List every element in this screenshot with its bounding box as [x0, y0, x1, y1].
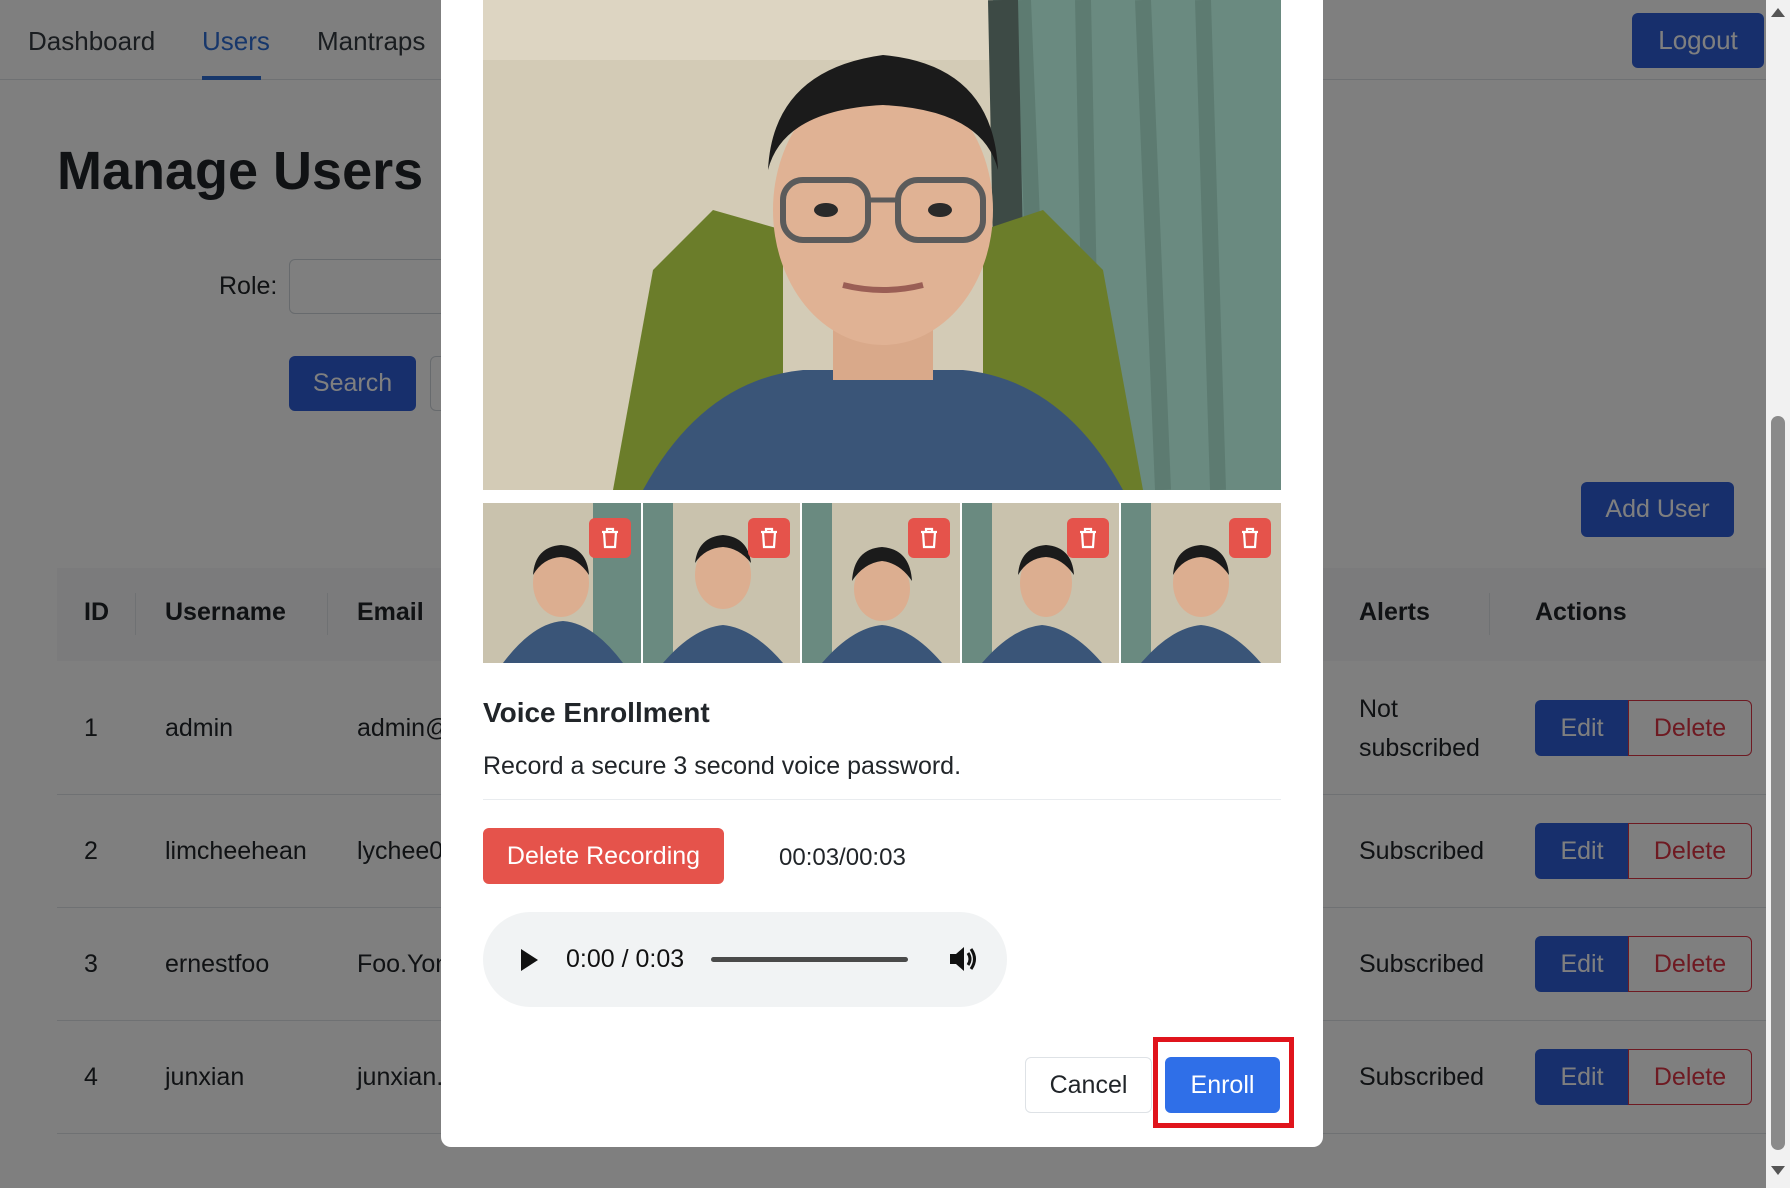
trash-icon: [601, 527, 618, 549]
trash-icon: [920, 527, 937, 549]
page-scrollbar[interactable]: [1766, 0, 1790, 1188]
audio-player: 0:00 / 0:03: [483, 912, 1007, 1007]
delete-thumbnail-button[interactable]: [748, 518, 791, 558]
voice-enrollment-title: Voice Enrollment: [483, 697, 710, 728]
voice-enrollment-description: Record a secure 3 second voice password.: [483, 752, 962, 780]
face-thumbnail: [802, 503, 962, 663]
play-icon[interactable]: [521, 949, 538, 971]
camera-preview: [483, 0, 1281, 490]
cancel-button[interactable]: Cancel: [1025, 1057, 1152, 1113]
face-thumbnail: [1121, 503, 1281, 663]
audio-time: 0:00 / 0:03: [566, 945, 685, 973]
captured-faces-strip: [483, 503, 1281, 663]
delete-recording-button[interactable]: Delete Recording: [483, 828, 724, 884]
audio-progress-slider[interactable]: [711, 957, 908, 962]
trash-icon: [1241, 527, 1258, 549]
scroll-up-arrow-icon[interactable]: [1771, 8, 1785, 17]
trash-icon: [1080, 527, 1097, 549]
enroll-highlight-box: [1153, 1037, 1294, 1128]
delete-thumbnail-button[interactable]: [907, 518, 950, 558]
trash-icon: [761, 527, 778, 549]
face-thumbnail: [642, 503, 803, 663]
delete-thumbnail-button[interactable]: [1067, 518, 1110, 558]
scrollbar-thumb[interactable]: [1771, 416, 1785, 1150]
camera-feed-image: [483, 0, 1281, 490]
delete-thumbnail-button[interactable]: [588, 518, 631, 558]
delete-thumbnail-button[interactable]: [1228, 518, 1271, 558]
recording-timer: 00:03/00:03: [779, 844, 906, 871]
volume-icon[interactable]: [947, 944, 979, 974]
face-thumbnail: [961, 503, 1122, 663]
face-thumbnail: [483, 503, 643, 663]
enrollment-modal: Voice Enrollment Record a secure 3 secon…: [441, 0, 1323, 1147]
scroll-down-arrow-icon[interactable]: [1771, 1166, 1785, 1175]
section-divider: [483, 799, 1281, 800]
